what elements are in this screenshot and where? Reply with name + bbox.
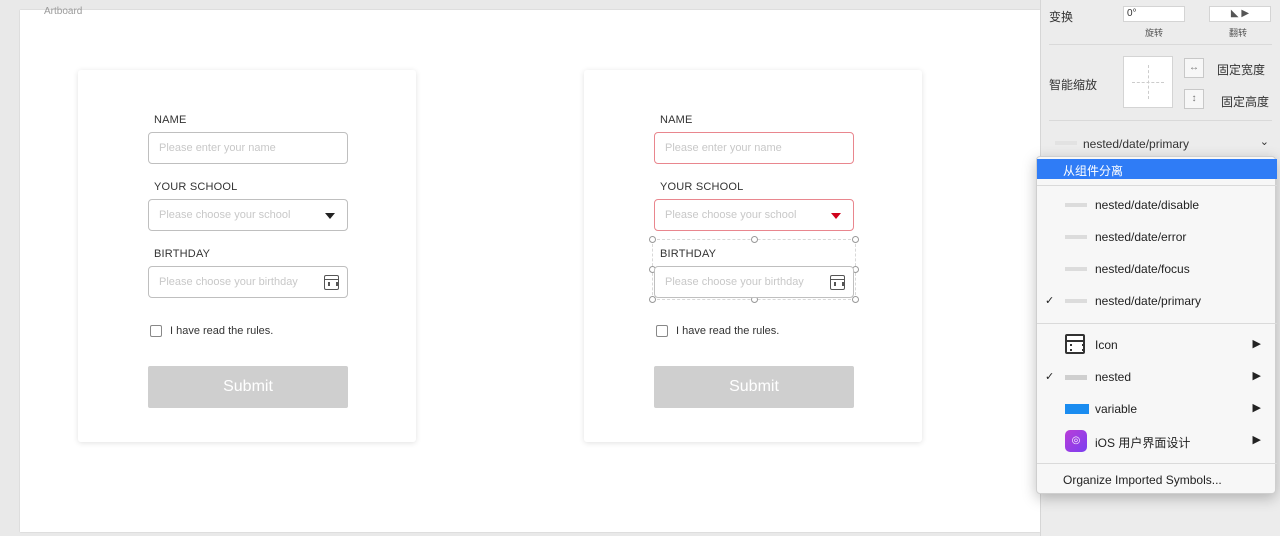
birthday-label: BIRTHDAY bbox=[660, 248, 717, 260]
menu-item-icon-group[interactable]: Icon ▶ bbox=[1037, 332, 1277, 358]
checkmark-icon: ✓ bbox=[1045, 371, 1055, 383]
rotate-input[interactable]: 0° bbox=[1123, 6, 1185, 22]
school-label: YOUR SCHOOL bbox=[660, 181, 744, 193]
menu-item-ios-group[interactable]: ◎ iOS 用户界面设计 ▶ bbox=[1037, 428, 1277, 454]
resize-handle[interactable] bbox=[852, 296, 859, 303]
menu-item-detach[interactable]: 从组件分离 bbox=[1037, 159, 1277, 179]
symbol-thumbnail bbox=[1065, 267, 1087, 271]
rules-checkbox[interactable] bbox=[656, 325, 668, 337]
menu-item-label: nested/date/focus bbox=[1095, 262, 1190, 276]
fix-height-label: 固定高度 bbox=[1221, 95, 1270, 109]
rules-label: I have read the rules. bbox=[170, 325, 274, 337]
symbol-thumbnail bbox=[1065, 299, 1087, 303]
caret-down-icon bbox=[325, 213, 335, 219]
submit-button[interactable]: Submit bbox=[148, 366, 348, 408]
calendar-icon bbox=[324, 275, 339, 290]
form-card-default[interactable]: NAME Please enter your name YOUR SCHOOL … bbox=[78, 70, 416, 442]
form-card-error[interactable]: NAME Please enter your name YOUR SCHOOL … bbox=[584, 70, 922, 442]
calendar-icon bbox=[1065, 334, 1085, 354]
menu-item-variable-group[interactable]: variable ▶ bbox=[1037, 396, 1277, 422]
resize-handle[interactable] bbox=[852, 236, 859, 243]
resize-handle[interactable] bbox=[649, 236, 656, 243]
rules-checkbox[interactable] bbox=[150, 325, 162, 337]
menu-item-label: Icon bbox=[1095, 338, 1118, 352]
symbol-thumbnail bbox=[1055, 141, 1077, 145]
calendar-icon bbox=[830, 275, 845, 290]
submenu-arrow-icon: ▶ bbox=[1252, 370, 1261, 382]
ios-app-icon: ◎ bbox=[1065, 430, 1087, 452]
rotate-caption: 旋转 bbox=[1145, 28, 1164, 38]
birthday-placeholder: Please choose your birthday bbox=[159, 276, 298, 288]
submit-button[interactable]: Submit bbox=[654, 366, 854, 408]
symbol-thumbnail bbox=[1065, 203, 1087, 207]
divider bbox=[1049, 44, 1272, 45]
resize-constraints-widget[interactable] bbox=[1123, 56, 1173, 108]
menu-separator bbox=[1037, 185, 1277, 186]
organize-symbols-item[interactable]: Organize Imported Symbols... bbox=[1063, 473, 1222, 487]
birthday-placeholder: Please choose your birthday bbox=[665, 276, 804, 288]
symbol-thumbnail bbox=[1065, 235, 1087, 239]
fix-width-icon[interactable]: ↔ bbox=[1184, 58, 1204, 78]
menu-separator bbox=[1037, 323, 1277, 324]
menu-item-label: nested bbox=[1095, 370, 1132, 384]
nested-icon bbox=[1065, 375, 1087, 380]
menu-item-label: variable bbox=[1095, 402, 1138, 416]
artboard-label[interactable]: Artboard bbox=[44, 6, 82, 17]
checkmark-icon: ✓ bbox=[1045, 295, 1055, 307]
fix-height-icon[interactable]: ↕ bbox=[1184, 89, 1204, 109]
menu-item-label: 从组件分离 bbox=[1063, 164, 1124, 178]
menu-item-date-primary[interactable]: ✓ nested/date/primary bbox=[1037, 288, 1277, 314]
birthday-date-picker[interactable]: Please choose your birthday bbox=[654, 266, 854, 298]
transform-label: 变换 bbox=[1049, 10, 1074, 24]
flip-caption: 翻转 bbox=[1229, 28, 1248, 38]
submenu-arrow-icon: ▶ bbox=[1252, 434, 1261, 446]
menu-item-label: nested/date/disable bbox=[1095, 198, 1200, 212]
menu-item-date-error[interactable]: nested/date/error bbox=[1037, 224, 1277, 250]
artboard[interactable]: Artboard NAME Please enter your name YOU… bbox=[20, 6, 1040, 532]
menu-separator bbox=[1037, 463, 1277, 464]
smart-resize-label: 智能缩放 bbox=[1049, 78, 1098, 92]
flip-buttons[interactable]: ◣ ▶ bbox=[1209, 6, 1271, 22]
school-select[interactable]: Please choose your school bbox=[148, 199, 348, 231]
school-placeholder: Please choose your school bbox=[159, 209, 291, 221]
menu-item-label: iOS 用户界面设计 bbox=[1095, 436, 1191, 450]
birthday-label: BIRTHDAY bbox=[154, 248, 211, 260]
name-placeholder: Please enter your name bbox=[159, 142, 276, 154]
rules-row: I have read the rules. bbox=[150, 325, 273, 337]
school-placeholder: Please choose your school bbox=[665, 209, 797, 221]
caret-down-icon bbox=[831, 213, 841, 219]
resize-handle[interactable] bbox=[751, 236, 758, 243]
submenu-arrow-icon: ▶ bbox=[1252, 338, 1261, 350]
name-input[interactable]: Please enter your name bbox=[148, 132, 348, 164]
symbol-value: nested/date/primary bbox=[1083, 137, 1190, 151]
design-canvas[interactable]: Artboard NAME Please enter your name YOU… bbox=[0, 0, 1040, 536]
name-placeholder: Please enter your name bbox=[665, 142, 782, 154]
school-label: YOUR SCHOOL bbox=[154, 181, 238, 193]
symbol-override-select[interactable]: nested/date/primary ⌄ bbox=[1041, 135, 1280, 153]
menu-item-date-focus[interactable]: nested/date/focus bbox=[1037, 256, 1277, 282]
name-input-error[interactable]: Please enter your name bbox=[654, 132, 854, 164]
variable-icon bbox=[1065, 404, 1089, 414]
divider bbox=[1049, 120, 1272, 121]
rules-row: I have read the rules. bbox=[656, 325, 779, 337]
chevron-down-icon: ⌄ bbox=[1259, 136, 1269, 148]
rules-label: I have read the rules. bbox=[676, 325, 780, 337]
school-select-error[interactable]: Please choose your school bbox=[654, 199, 854, 231]
menu-item-nested-group[interactable]: ✓ nested ▶ bbox=[1037, 364, 1277, 390]
symbol-dropdown-menu: 从组件分离 nested/date/disable nested/date/er… bbox=[1036, 156, 1277, 494]
menu-item-date-disable[interactable]: nested/date/disable bbox=[1037, 192, 1277, 218]
name-label: NAME bbox=[154, 114, 187, 126]
birthday-date-picker[interactable]: Please choose your birthday bbox=[148, 266, 348, 298]
fix-width-label: 固定宽度 bbox=[1217, 63, 1266, 77]
submenu-arrow-icon: ▶ bbox=[1252, 402, 1261, 414]
menu-item-label: nested/date/error bbox=[1095, 230, 1187, 244]
name-label: NAME bbox=[660, 114, 693, 126]
menu-item-label: nested/date/primary bbox=[1095, 294, 1202, 308]
